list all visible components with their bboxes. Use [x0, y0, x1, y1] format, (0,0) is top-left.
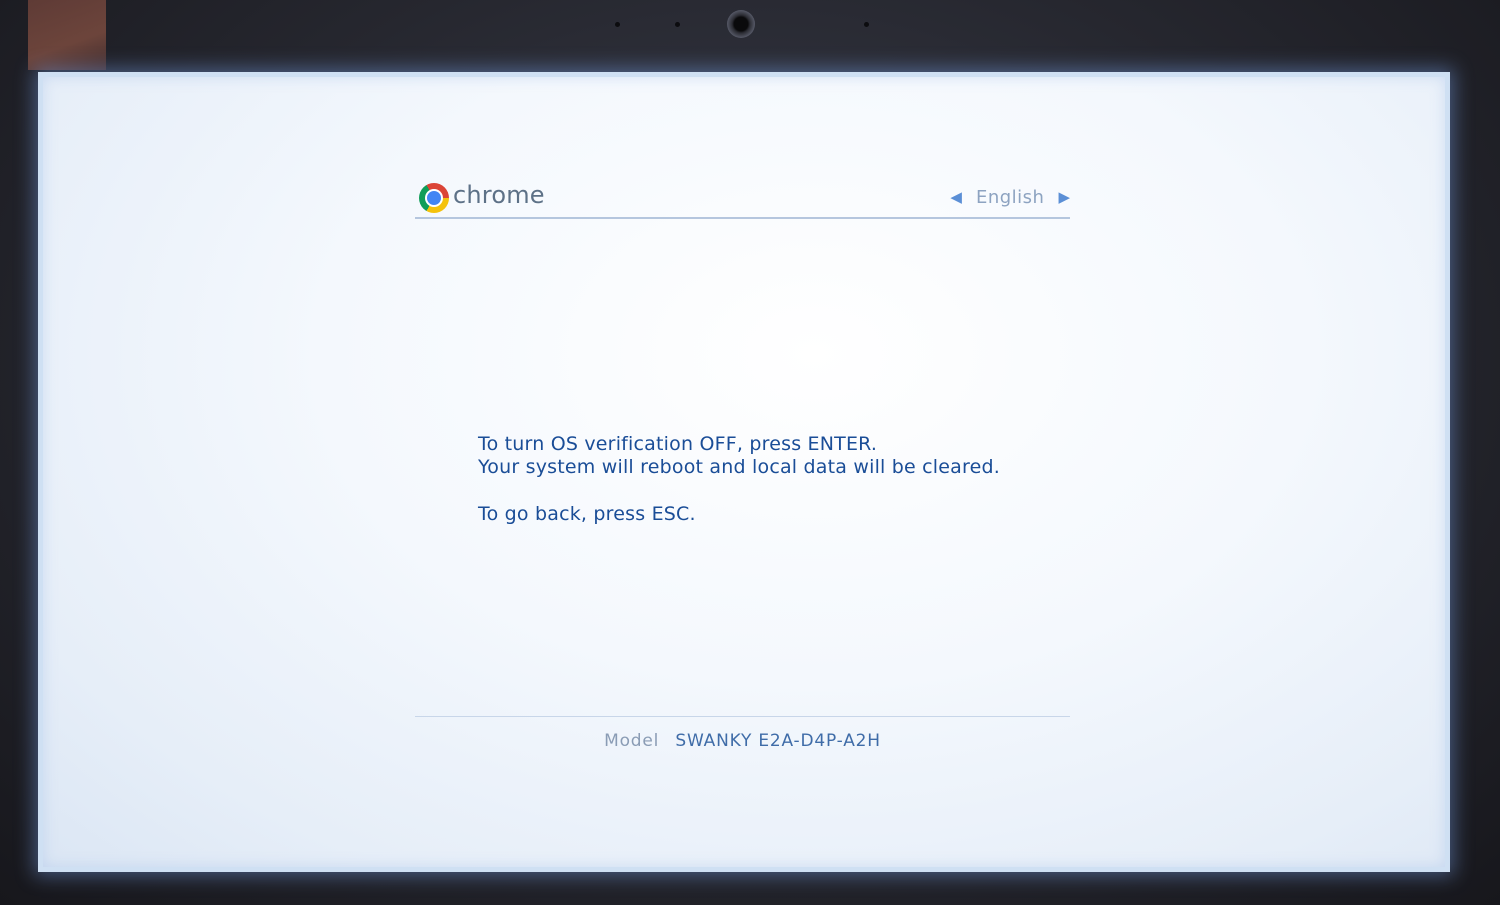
- brand-label: chrome: [453, 181, 545, 209]
- language-selector[interactable]: ◀ English ▶: [950, 185, 1070, 209]
- bezel-sensor: [615, 22, 620, 27]
- model-info: Model SWANKY E2A-D4P-A2H: [415, 731, 1070, 751]
- bezel-sensor: [864, 22, 869, 27]
- webcam-icon: [727, 10, 755, 38]
- language-label: English: [975, 186, 1045, 208]
- recovery-message: To turn OS verification OFF, press ENTER…: [478, 433, 1000, 526]
- chrome-logo-icon: [419, 183, 449, 213]
- right-triangle-icon[interactable]: ▶: [1058, 188, 1070, 206]
- bezel-sticker: [28, 0, 106, 70]
- screen-header: chrome ◀ English ▶: [415, 175, 1070, 219]
- message-line-esc: To go back, press ESC.: [478, 503, 696, 525]
- left-triangle-icon[interactable]: ◀: [950, 188, 962, 206]
- footer-divider: [415, 716, 1070, 717]
- message-line-enter: To turn OS verification OFF, press ENTER…: [478, 433, 878, 455]
- model-label: Model: [604, 731, 660, 751]
- display-screen: chrome ◀ English ▶ To turn OS verificati…: [38, 72, 1450, 872]
- bezel-sensor: [675, 22, 680, 27]
- firmware-screen-panel: chrome ◀ English ▶ To turn OS verificati…: [415, 175, 1070, 775]
- laptop-bezel: chrome ◀ English ▶ To turn OS verificati…: [0, 0, 1500, 905]
- message-line-reboot: Your system will reboot and local data w…: [478, 456, 1001, 478]
- model-value: SWANKY E2A-D4P-A2H: [675, 731, 881, 751]
